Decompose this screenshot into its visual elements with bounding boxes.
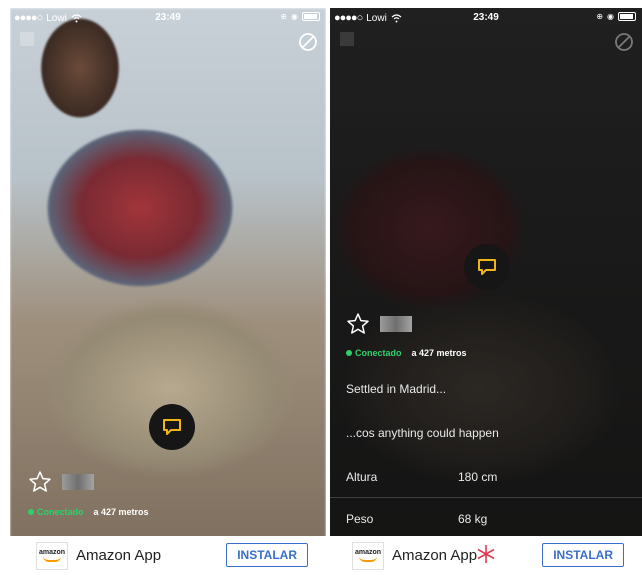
profile-header [346,312,412,336]
stat-value: 68 kg [458,512,488,526]
block-icon[interactable] [614,32,634,52]
amazon-logo-text: amazon [38,549,66,556]
stat-row-height: Altura 180 cm [346,470,626,484]
online-dot [346,350,352,356]
pixelated-name [380,316,412,332]
distance-label: a 427 metros [93,507,149,517]
alarm-icon: ◉ [291,12,298,21]
ad-banner[interactable]: amazon Amazon App INSTALAR [330,536,642,575]
bio-line-1: Settled in Madrid... [346,382,447,396]
amazon-logo-text: amazon [354,549,382,556]
battery-icon [302,12,320,21]
presence-line: Conectado a 427 metros [28,507,149,517]
chat-icon [163,419,181,435]
online-dot [28,509,34,515]
location-icon: ⊕ [596,12,604,21]
ad-title: Amazon App [392,547,478,564]
stat-value: 180 cm [458,470,498,484]
chat-icon [478,259,496,275]
chat-button[interactable] [149,404,195,450]
details-overlay [330,8,642,575]
online-status: Conectado [346,348,402,358]
status-time: 23:49 [473,12,499,23]
presence-line: Conectado a 427 metros [346,348,467,358]
battery-icon [618,12,636,21]
stat-label: Peso [346,512,374,526]
location-icon: ⊕ [280,12,288,21]
stat-label: Altura [346,470,378,484]
block-icon[interactable] [298,32,318,52]
profile-screen-right: ●●●●○ Lowi 23:49 ⊕ ◉ Conectado a 427 met… [330,8,642,575]
online-label: Conectado [355,348,402,358]
ad-banner[interactable]: amazon Amazon App INSTALAR [10,536,326,575]
amazon-smile [359,556,377,562]
star-icon[interactable] [28,470,52,494]
stat-divider [330,497,642,498]
install-button[interactable]: INSTALAR [542,543,624,567]
amazon-logo: amazon [352,541,384,570]
status-bar: ●●●●○ Lowi 23:49 ⊕ ◉ [330,8,642,28]
distance-label: a 427 metros [411,348,467,358]
install-button[interactable]: INSTALAR [226,543,308,567]
profile-header [28,470,94,494]
stat-row-weight: Peso 68 kg [346,512,626,526]
pixelated-name [62,474,94,490]
chat-button[interactable] [464,244,510,290]
alarm-icon: ◉ [607,12,614,21]
bio-line-2: ...cos anything could happen [346,426,499,440]
amazon-smile [43,556,61,562]
status-bar: ●●●●○ Lowi 23:49 ⊕ ◉ [10,8,326,28]
amazon-logo: amazon [36,541,68,570]
online-label: Conectado [37,507,84,517]
ad-title: Amazon App [76,547,162,564]
online-status: Conectado [28,507,84,517]
snowflake-icon [477,545,495,563]
star-icon[interactable] [346,312,370,336]
pixelated-badge [340,32,354,46]
status-time: 23:49 [155,12,181,23]
profile-screen-left: ●●●●○ Lowi 23:49 ⊕ ◉ Conectado a 427 met… [10,8,326,575]
pixelated-badge [20,32,34,46]
